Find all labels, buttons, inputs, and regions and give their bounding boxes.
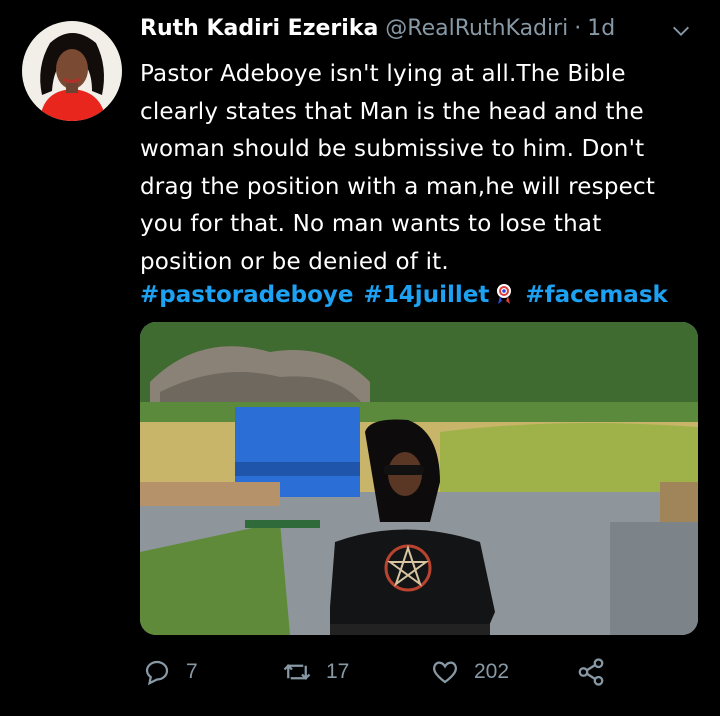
tweet-text-line: drag the position with a man,he will res…	[140, 173, 656, 200]
tweet-text-line: woman should be submissive to him. Don't	[140, 136, 645, 162]
tweet-header: Ruth Kadiri Ezerika @RealRuthKadiri · 1d	[140, 16, 680, 50]
avatar[interactable]	[22, 21, 122, 121]
tweet-photo[interactable]	[140, 322, 698, 635]
share-button[interactable]	[576, 654, 606, 690]
hashtag-link[interactable]: #14juillet	[364, 282, 490, 308]
hashtag-link[interactable]: #facemask	[525, 282, 668, 308]
reply-icon	[145, 660, 169, 686]
share-icon	[578, 658, 604, 686]
like-icon	[432, 661, 458, 684]
tweet[interactable]: Ruth Kadiri Ezerika @RealRuthKadiri · 1d P…	[0, 0, 720, 716]
timestamp[interactable]: 1d	[587, 16, 615, 41]
tweet-actions: 7 17 202	[140, 650, 700, 694]
separator: ·	[574, 16, 582, 41]
hashtags: #pastoradeboye #14juillet #facemask	[140, 277, 700, 313]
tweet-text: Pastor Adeboye isn't lying at all.The Bi…	[140, 56, 700, 281]
hashtag-link[interactable]: #pastoradeboye	[140, 282, 354, 308]
tweet-text-line: you for that. No man wants to lose that	[140, 211, 602, 237]
tweet-text-line: clearly states that Man is the head and …	[140, 98, 644, 125]
reply-button[interactable]: 7	[142, 654, 198, 690]
author-name[interactable]: Ruth Kadiri Ezerika	[140, 16, 378, 41]
chevron-down-icon[interactable]	[670, 20, 692, 42]
tweet-text-line: position or be denied of it.	[140, 248, 449, 275]
retweet-count: 17	[326, 660, 350, 683]
retweet-button[interactable]: 17	[282, 654, 349, 690]
retweet-icon	[283, 664, 311, 680]
like-button[interactable]: 202	[430, 654, 509, 690]
rosette-icon	[497, 284, 512, 304]
reply-count: 7	[186, 660, 198, 683]
author-handle[interactable]: @RealRuthKadiri	[385, 16, 568, 41]
tweet-text-line: Pastor Adeboye isn't lying at all.The Bi…	[140, 61, 626, 87]
like-count: 202	[474, 660, 510, 683]
